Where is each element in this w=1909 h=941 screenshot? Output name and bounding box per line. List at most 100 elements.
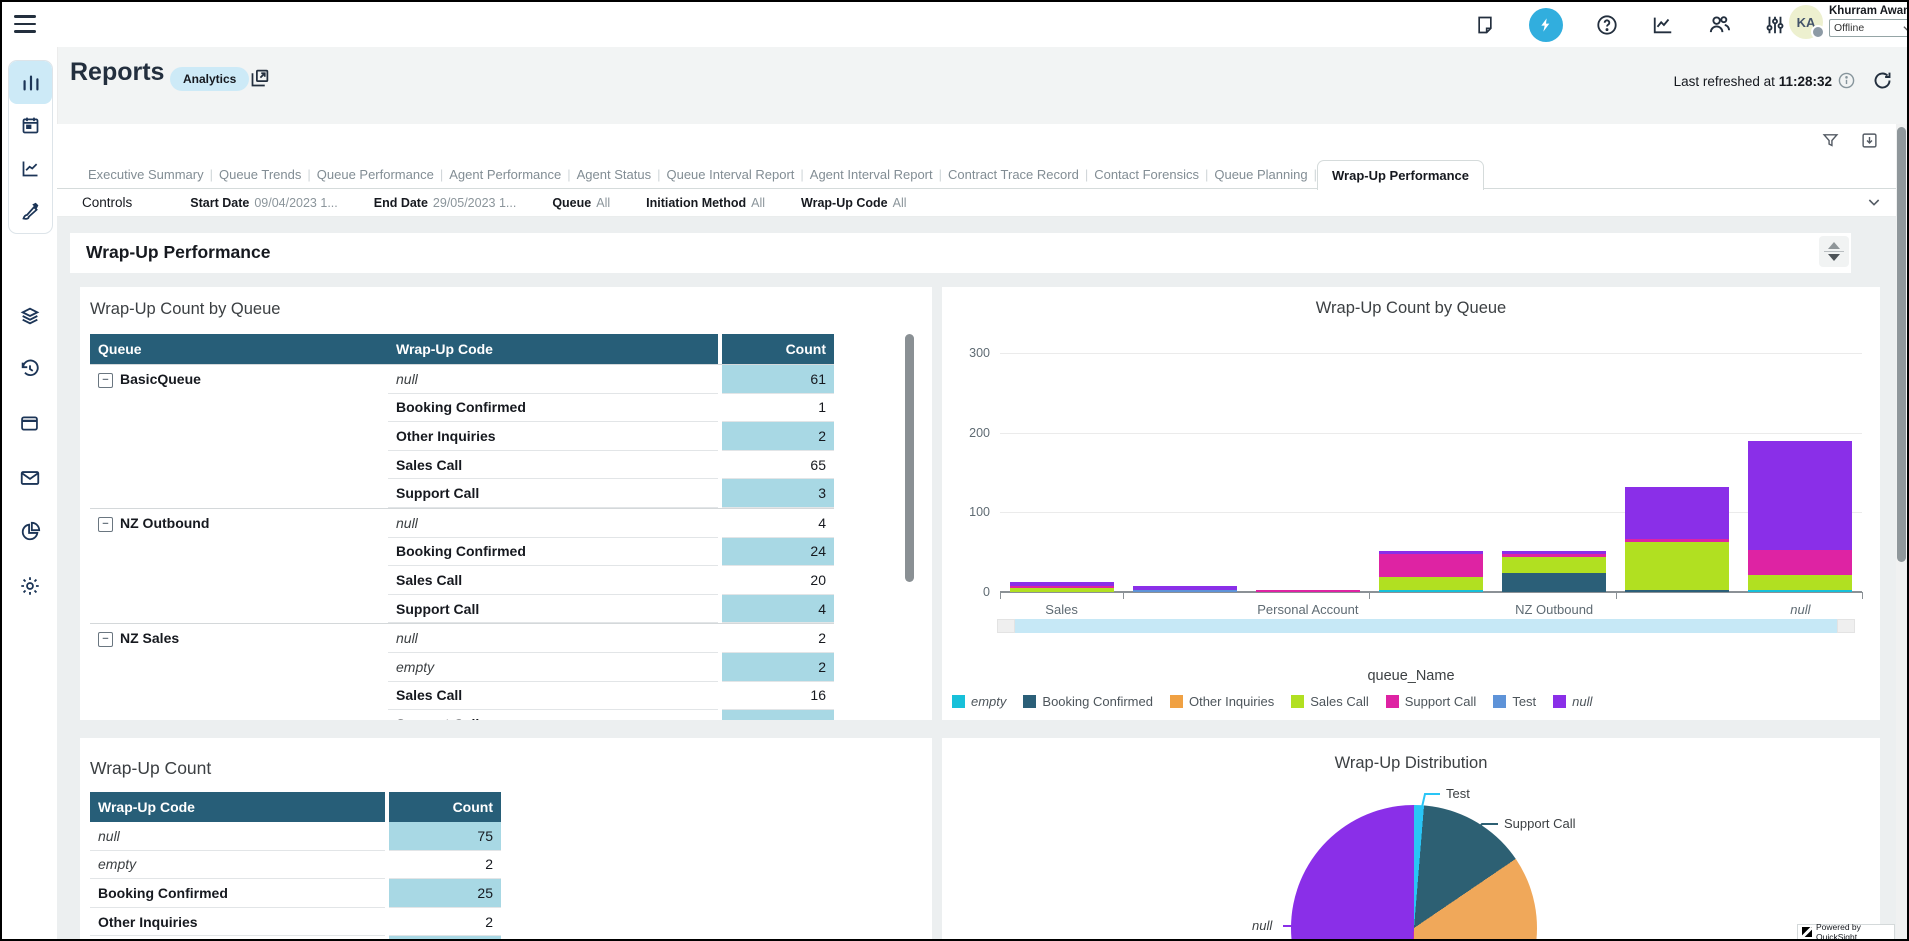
tab-executive-summary[interactable]: Executive Summary <box>82 167 210 182</box>
pie-chart[interactable] <box>1291 805 1537 939</box>
bar-3[interactable] <box>1379 551 1483 592</box>
filter-start-date[interactable]: Start Date09/04/2023 1... <box>190 196 337 210</box>
sidebar-item-layers[interactable] <box>8 294 51 337</box>
sidebar-item-trends[interactable] <box>9 147 52 190</box>
sidebar-item-mail[interactable] <box>8 456 51 499</box>
x-axis-tick <box>1000 592 1001 599</box>
tab-contact-forensics[interactable]: Contact Forensics <box>1088 167 1205 182</box>
panel-wrapup-count-by-queue-chart: Wrap-Up Count by Queue 0100200300SalesPe… <box>942 287 1880 720</box>
queue-cell[interactable]: −NZ Outbound <box>90 509 388 623</box>
avatar[interactable]: KA <box>1789 5 1823 39</box>
settings-sliders-icon[interactable] <box>1763 13 1787 37</box>
bar-segment-booking-confirmed <box>1625 590 1729 592</box>
sheet-scroll-spinner[interactable] <box>1819 236 1849 267</box>
info-icon[interactable] <box>1838 72 1855 89</box>
help-icon[interactable] <box>1595 13 1619 37</box>
status-select[interactable]: Offline <box>1829 19 1907 37</box>
filter-queue[interactable]: QueueAll <box>552 196 610 210</box>
queue-cell[interactable]: −BasicQueue <box>90 365 388 508</box>
legend-item-sales-call[interactable]: Sales Call <box>1291 694 1369 709</box>
sidebar-item-calendar[interactable] <box>9 104 52 147</box>
tab-queue-interval-report[interactable]: Queue Interval Report <box>660 167 800 182</box>
legend-label: Booking Confirmed <box>1042 694 1153 709</box>
bolt-icon[interactable] <box>1529 8 1563 42</box>
agents-icon[interactable] <box>1707 13 1731 37</box>
slider-track[interactable] <box>1015 619 1837 633</box>
chart-title: Wrap-Up Count by Queue <box>942 299 1880 318</box>
spinner-up-icon[interactable] <box>1828 242 1840 249</box>
bar-0[interactable] <box>1010 582 1114 592</box>
legend-item-other-inquiries[interactable]: Other Inquiries <box>1170 694 1274 709</box>
tab-queue-trends[interactable]: Queue Trends <box>213 167 307 182</box>
queue-cell[interactable]: −NZ Sales <box>90 624 388 720</box>
legend-item-booking-confirmed[interactable]: Booking Confirmed <box>1023 694 1153 709</box>
sidebar-item-design[interactable] <box>9 190 52 233</box>
tab-wrap-up-performance[interactable]: Wrap-Up Performance <box>1317 160 1484 190</box>
spinner-down-icon[interactable] <box>1828 254 1840 261</box>
tab-agent-performance[interactable]: Agent Performance <box>443 167 567 182</box>
metrics-icon[interactable] <box>1651 13 1675 37</box>
collapse-icon[interactable]: − <box>98 373 113 388</box>
sidebar-primary-group <box>8 60 53 234</box>
legend-item-null[interactable]: null <box>1553 694 1592 709</box>
sidebar-item-reports[interactable] <box>9 61 52 104</box>
wrapup-code-cell: empty <box>388 653 718 682</box>
count-cell: 75 <box>389 822 501 851</box>
external-link-icon[interactable] <box>249 68 270 89</box>
y-axis-label: 300 <box>969 346 990 360</box>
slider-left-handle[interactable] <box>997 619 1015 633</box>
sidebar-item-settings[interactable] <box>8 564 51 607</box>
tab-queue-performance[interactable]: Queue Performance <box>311 167 440 182</box>
controls-collapse-chevron-icon[interactable] <box>1866 194 1882 210</box>
chart-zoom-slider[interactable] <box>997 619 1855 633</box>
tab-contract-trace-record[interactable]: Contract Trace Record <box>942 167 1085 182</box>
legend-swatch <box>1170 695 1183 708</box>
filter-value: All <box>893 196 907 210</box>
queue-table-body: −BasicQueuenull61Booking Confirmed1Other… <box>90 364 834 720</box>
bar-5[interactable] <box>1625 487 1729 592</box>
top-bar-icons <box>1473 2 1787 47</box>
download-icon[interactable] <box>1861 132 1878 149</box>
collapse-icon[interactable]: − <box>98 632 113 647</box>
collapse-icon[interactable]: − <box>98 517 113 532</box>
bar-2[interactable] <box>1256 590 1360 592</box>
x-axis-tick <box>1123 592 1124 599</box>
filter-funnel-icon[interactable] <box>1822 132 1839 149</box>
pie-label-support-call: Support Call <box>1504 816 1576 831</box>
pie-chart-icon <box>19 521 41 543</box>
legend-item-test[interactable]: Test <box>1493 694 1536 709</box>
bar-1[interactable] <box>1133 586 1237 592</box>
y-axis-label: 0 <box>983 585 990 599</box>
filter-wrap-up-code[interactable]: Wrap-Up CodeAll <box>801 196 906 210</box>
filter-end-date[interactable]: End Date29/05/2023 1... <box>374 196 517 210</box>
bar-6[interactable] <box>1748 441 1852 592</box>
tab-queue-planning[interactable]: Queue Planning <box>1208 167 1313 182</box>
slider-right-handle[interactable] <box>1837 619 1855 633</box>
wrapup-code-cell: null <box>90 822 385 851</box>
legend-swatch <box>952 695 965 708</box>
sidebar-item-history[interactable] <box>8 347 51 390</box>
panel-wrapup-distribution: Wrap-Up Distribution Test Support Call n… <box>942 738 1880 939</box>
window-scrollbar-thumb[interactable] <box>1897 127 1906 562</box>
bar-segment-support-call <box>1748 550 1852 575</box>
refresh-icon[interactable] <box>1872 70 1893 91</box>
note-icon[interactable] <box>1473 13 1497 37</box>
legend-label: null <box>1572 694 1592 709</box>
filter-initiation-method[interactable]: Initiation MethodAll <box>646 196 765 210</box>
bar-4[interactable] <box>1502 551 1606 592</box>
filter-value: 29/05/2023 1... <box>433 196 516 210</box>
table-scrollbar[interactable] <box>905 334 914 582</box>
hamburger-menu-icon[interactable] <box>14 15 36 33</box>
table-row: Support Call <box>388 710 834 720</box>
legend-item-support-call[interactable]: Support Call <box>1386 694 1477 709</box>
queue-group-rows: null2empty2Sales Call16Support Call <box>388 624 834 720</box>
sidebar-item-window[interactable] <box>8 402 51 445</box>
tab-agent-interval-report[interactable]: Agent Interval Report <box>804 167 939 182</box>
x-axis-tick <box>1369 592 1370 599</box>
tab-agent-status[interactable]: Agent Status <box>571 167 657 182</box>
sidebar-item-pie[interactable] <box>8 510 51 553</box>
bar-segment-null <box>1625 487 1729 540</box>
wrapup-code-cell: Support Call <box>388 479 718 508</box>
legend-item-empty[interactable]: empty <box>952 694 1006 709</box>
count-table-body: null75empty2Booking Confirmed25Other Inq… <box>90 822 501 939</box>
